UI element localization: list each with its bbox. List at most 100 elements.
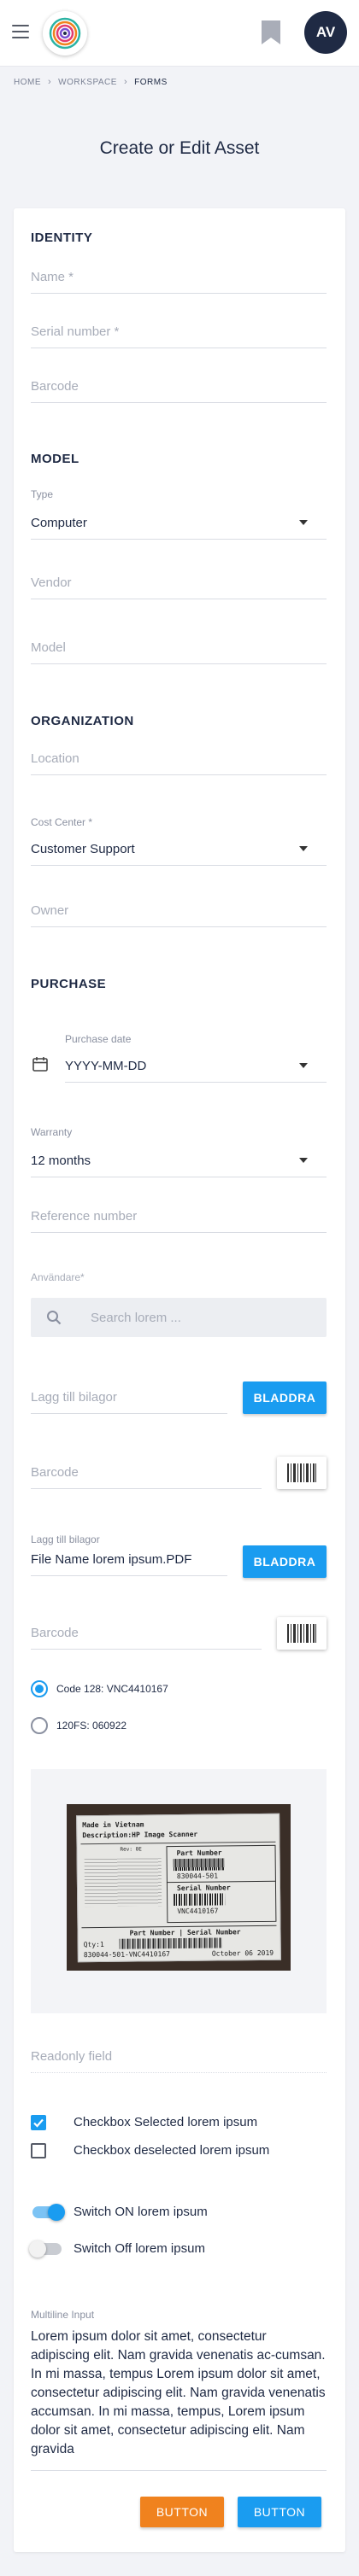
vendor-placeholder: Vendor bbox=[31, 575, 72, 590]
label-date: October 06 2019 bbox=[211, 1948, 274, 1958]
anvandare-label: Användare* bbox=[31, 1271, 85, 1283]
checkbox-deselected-label: Checkbox deselected lorem ipsum bbox=[74, 2143, 270, 2158]
barcode-scan-button[interactable] bbox=[277, 1457, 327, 1489]
barcode-field-3[interactable]: Barcode bbox=[31, 1617, 262, 1650]
type-select[interactable]: Type Computer bbox=[31, 488, 327, 540]
switch-on[interactable] bbox=[32, 2204, 65, 2221]
mandala-logo[interactable] bbox=[43, 11, 87, 55]
dropdown-caret-icon bbox=[299, 520, 308, 525]
avatar[interactable]: AV bbox=[304, 11, 347, 54]
radio-code128-label: Code 128: VNC4410167 bbox=[56, 1683, 168, 1695]
search-icon bbox=[46, 1310, 62, 1329]
section-heading-organization: ORGANIZATION bbox=[31, 714, 134, 728]
readonly-field: Readonly field bbox=[31, 2041, 327, 2073]
label-part-number-title: Part Number bbox=[176, 1849, 222, 1858]
switch-off[interactable] bbox=[29, 2240, 62, 2258]
label-part-number: 830044-501 bbox=[176, 1872, 219, 1881]
checkbox-selected[interactable] bbox=[31, 2115, 46, 2130]
barcode-placeholder-2: Barcode bbox=[31, 1465, 79, 1480]
purchase-date-label: Purchase date bbox=[65, 1033, 132, 1045]
name-field[interactable]: Name * bbox=[31, 261, 327, 294]
label-bottom-title: Part Number | Serial Number bbox=[129, 1928, 241, 1937]
orange-action-button[interactable]: BUTTON bbox=[140, 2497, 224, 2527]
calendar-icon[interactable] bbox=[32, 1056, 48, 1076]
model-field[interactable]: Model bbox=[31, 632, 327, 664]
section-heading-identity: IDENTITY bbox=[31, 231, 93, 245]
chevron-right-icon: › bbox=[48, 77, 52, 87]
owner-placeholder: Owner bbox=[31, 903, 69, 918]
owner-field[interactable]: Owner bbox=[31, 895, 327, 927]
dropdown-caret-icon bbox=[299, 846, 308, 851]
cost-center-select[interactable]: Cost Center * Customer Support bbox=[31, 816, 327, 866]
warranty-value: 12 months bbox=[31, 1154, 91, 1168]
file-attachment-field[interactable]: Lagg till bilagor File Name lorem ipsum.… bbox=[31, 1533, 227, 1576]
type-value: Computer bbox=[31, 516, 87, 530]
checkbox-selected-label: Checkbox Selected lorem ipsum bbox=[74, 2115, 258, 2129]
barcode-placeholder-3: Barcode bbox=[31, 1626, 79, 1640]
radio-code128[interactable] bbox=[31, 1680, 48, 1697]
attachment-placeholder: Lagg till bilagor bbox=[31, 1390, 117, 1405]
hamburger-icon[interactable] bbox=[12, 25, 29, 38]
barcode-field[interactable]: Barcode bbox=[31, 371, 327, 403]
barcode-placeholder: Barcode bbox=[31, 379, 79, 394]
bookmark-icon[interactable] bbox=[262, 20, 280, 49]
section-heading-model: MODEL bbox=[31, 452, 79, 466]
barcode-icon bbox=[287, 1624, 316, 1643]
radio-120fs[interactable] bbox=[31, 1717, 48, 1734]
label-description: Description:HP Image Scanner bbox=[82, 1830, 198, 1840]
browse-button-2[interactable]: BLADDRA bbox=[243, 1545, 327, 1578]
radio-120fs-label: 120FS: 060922 bbox=[56, 1720, 127, 1732]
check-icon bbox=[33, 2118, 44, 2128]
label-rev: Rev: 0E bbox=[120, 1846, 142, 1853]
breadcrumb-forms: FORMS bbox=[134, 77, 168, 87]
readonly-placeholder: Readonly field bbox=[31, 2049, 113, 2064]
barcode-field-2[interactable]: Barcode bbox=[31, 1457, 262, 1489]
blue-action-button[interactable]: BUTTON bbox=[238, 2497, 321, 2527]
breadcrumb-workspace[interactable]: WORKSPACE bbox=[58, 78, 117, 87]
dropdown-caret-icon bbox=[299, 1063, 308, 1068]
asset-photo[interactable]: Made in Vietnam Description:HP Image Sca… bbox=[67, 1804, 291, 1971]
switch-on-label: Switch ON lorem ipsum bbox=[74, 2205, 208, 2219]
purchase-date-value: YYYY-MM-DD bbox=[65, 1059, 147, 1073]
reference-number-placeholder: Reference number bbox=[31, 1209, 138, 1224]
serial-number-field[interactable]: Serial number * bbox=[31, 316, 327, 348]
checkbox-deselected[interactable] bbox=[31, 2143, 46, 2158]
chevron-right-icon: › bbox=[123, 77, 128, 87]
cost-center-label: Cost Center * bbox=[31, 816, 93, 828]
switch-off-label: Switch Off lorem ipsum bbox=[74, 2241, 205, 2256]
name-placeholder: Name * bbox=[31, 270, 74, 284]
barcode-icon bbox=[287, 1463, 316, 1482]
attachment-field[interactable]: Lagg till bilagor bbox=[31, 1381, 227, 1414]
browse-button[interactable]: BLADDRA bbox=[243, 1381, 327, 1414]
dropdown-caret-icon bbox=[299, 1158, 308, 1163]
vendor-field[interactable]: Vendor bbox=[31, 567, 327, 599]
warranty-select[interactable]: Warranty 12 months bbox=[31, 1126, 327, 1177]
label-serial-title: Serial Number bbox=[176, 1884, 231, 1893]
warranty-label: Warranty bbox=[31, 1126, 73, 1138]
breadcrumb-home[interactable]: HOME bbox=[14, 78, 41, 87]
top-app-bar: AV bbox=[0, 0, 359, 67]
location-field[interactable]: Location bbox=[31, 743, 327, 775]
section-heading-purchase: PURCHASE bbox=[31, 977, 107, 991]
file-attachment-value: File Name lorem ipsum.PDF bbox=[31, 1552, 192, 1567]
search-placeholder: Search lorem ... bbox=[91, 1311, 181, 1325]
search-input[interactable]: Search lorem ... bbox=[31, 1298, 327, 1337]
label-bottom-code: 830044-501-VNC4410167 bbox=[83, 1950, 171, 1960]
multiline-input[interactable]: Multiline Input Lorem ipsum dolor sit am… bbox=[31, 2309, 327, 2471]
breadcrumb: HOME › WORKSPACE › FORMS bbox=[14, 77, 168, 87]
switch-knob bbox=[29, 2240, 46, 2258]
multiline-label: Multiline Input bbox=[31, 2309, 95, 2321]
label-serial: VNC4410167 bbox=[177, 1907, 219, 1916]
model-placeholder: Model bbox=[31, 640, 66, 655]
type-label: Type bbox=[31, 488, 54, 500]
purchase-date-select[interactable]: Purchase date YYYY-MM-DD bbox=[65, 1033, 327, 1083]
file-attachment-label: Lagg till bilagor bbox=[31, 1533, 100, 1545]
switch-knob bbox=[48, 2204, 65, 2221]
reference-number-field[interactable]: Reference number bbox=[31, 1200, 327, 1233]
label-qty: Qty:1 bbox=[83, 1940, 104, 1949]
form-card bbox=[14, 208, 345, 2552]
label-made-in: Made in Vietnam bbox=[82, 1820, 144, 1830]
asset-photo-frame: Made in Vietnam Description:HP Image Sca… bbox=[31, 1769, 327, 2013]
barcode-scan-button-2[interactable] bbox=[277, 1617, 327, 1650]
serial-number-placeholder: Serial number * bbox=[31, 324, 120, 339]
